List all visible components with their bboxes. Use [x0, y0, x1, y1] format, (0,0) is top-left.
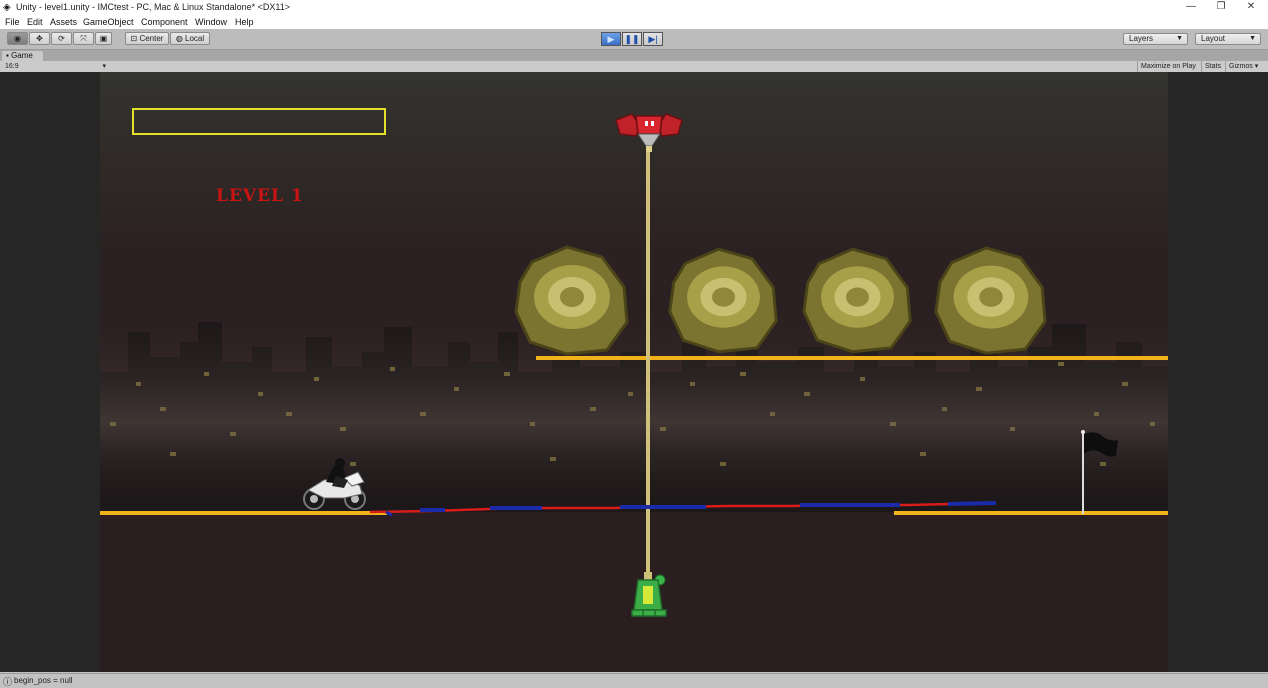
pivot-label: Center	[139, 34, 164, 43]
play-icon: ▶	[607, 34, 615, 44]
rect-tool-button[interactable]: ▣	[95, 32, 112, 45]
score-box	[132, 108, 386, 135]
chevron-down-icon: ▾	[102, 63, 106, 70]
menu-window[interactable]: Window	[195, 17, 227, 27]
boulder	[514, 245, 629, 356]
minimize-button[interactable]: —	[1176, 0, 1206, 15]
aspect-dropdown[interactable]: 16:9 ▾	[2, 61, 108, 72]
window-title: Unity - level1.unity - IMCtest - PC, Mac…	[16, 2, 290, 12]
console-message[interactable]: begin_pos = null	[14, 676, 73, 685]
tab-game-label: Game	[11, 51, 33, 60]
maximize-on-play-toggle[interactable]: Maximize on Play	[1137, 61, 1199, 72]
layout-dropdown[interactable]: Layout ▼	[1195, 33, 1261, 45]
space-label: Local	[185, 34, 205, 43]
chevron-down-icon: ▼	[1249, 35, 1256, 42]
gizmos-dropdown[interactable]: Gizmos ▾	[1225, 61, 1261, 72]
hand-tool-button[interactable]: ◉	[7, 32, 28, 45]
menu-gameobject[interactable]: GameObject	[83, 17, 134, 27]
scale-tool-button[interactable]: ⤧	[73, 32, 94, 45]
menu-component[interactable]: Component	[141, 17, 188, 27]
step-icon: ▶|	[648, 34, 658, 44]
finish-flag	[1081, 430, 1118, 514]
chevron-down-icon: ▾	[1254, 63, 1259, 70]
scale-icon: ⤧	[80, 34, 87, 43]
space-toggle-button[interactable]: ◍ Local	[170, 32, 210, 45]
unity-logo-icon: ◈	[3, 2, 11, 13]
eye-icon: ◉	[14, 34, 21, 43]
level-label: LEVEL 1	[216, 186, 304, 206]
move-icon: ✥	[36, 34, 43, 43]
pause-icon: ❚❚	[624, 34, 640, 44]
rotate-icon: ⟳	[58, 34, 65, 43]
local-icon: ◍	[175, 34, 186, 43]
menu-bar: File Edit Assets GameObject Component Wi…	[0, 15, 1268, 29]
green-emitter	[631, 572, 667, 617]
game-viewport[interactable]: LEVEL 1	[0, 72, 1268, 672]
red-emitter	[615, 113, 683, 152]
gizmos-label: Gizmos	[1229, 63, 1253, 70]
status-bar: ⓘ begin_pos = null	[0, 673, 1268, 688]
drawn-line-bridge	[370, 501, 997, 517]
boulder	[668, 247, 778, 354]
boulder	[934, 246, 1047, 355]
stats-toggle[interactable]: Stats	[1201, 61, 1224, 72]
info-icon: ⓘ	[3, 677, 13, 687]
menu-file[interactable]: File	[5, 17, 20, 27]
step-button[interactable]: ▶|	[643, 32, 663, 46]
close-button[interactable]: ✕	[1236, 0, 1266, 15]
tab-game[interactable]: ▪ Game	[2, 51, 43, 61]
pause-button[interactable]: ❚❚	[622, 32, 642, 46]
chevron-down-icon: ▼	[1176, 35, 1183, 42]
title-bar: ◈ Unity - level1.unity - IMCtest - PC, M…	[0, 0, 1268, 15]
tab-row: ▪ Game	[0, 50, 1268, 61]
layout-label: Layout	[1201, 34, 1226, 43]
aspect-label: 16:9	[5, 63, 19, 70]
upper-platform	[536, 356, 1168, 360]
layers-dropdown[interactable]: Layers ▼	[1123, 33, 1188, 45]
menu-help[interactable]: Help	[235, 17, 254, 27]
boulder	[802, 247, 912, 354]
menu-assets[interactable]: Assets	[50, 17, 77, 27]
layers-label: Layers	[1129, 34, 1154, 43]
rect-icon: ▣	[99, 34, 108, 43]
toolbar: ◉ ✥ ⟳ ⤧ ▣ ⊡ Center ◍ Local ▶ ❚❚ ▶| Layer…	[0, 29, 1268, 50]
move-tool-button[interactable]: ✥	[29, 32, 50, 45]
pivot-toggle-button[interactable]: ⊡ Center	[125, 32, 169, 45]
play-button[interactable]: ▶	[601, 32, 621, 46]
motorcycle-rider	[303, 458, 366, 510]
menu-edit[interactable]: Edit	[27, 17, 43, 27]
maximize-button[interactable]: ❐	[1206, 0, 1236, 15]
rotate-tool-button[interactable]: ⟳	[51, 32, 72, 45]
game-scene[interactable]: LEVEL 1	[100, 72, 1168, 672]
